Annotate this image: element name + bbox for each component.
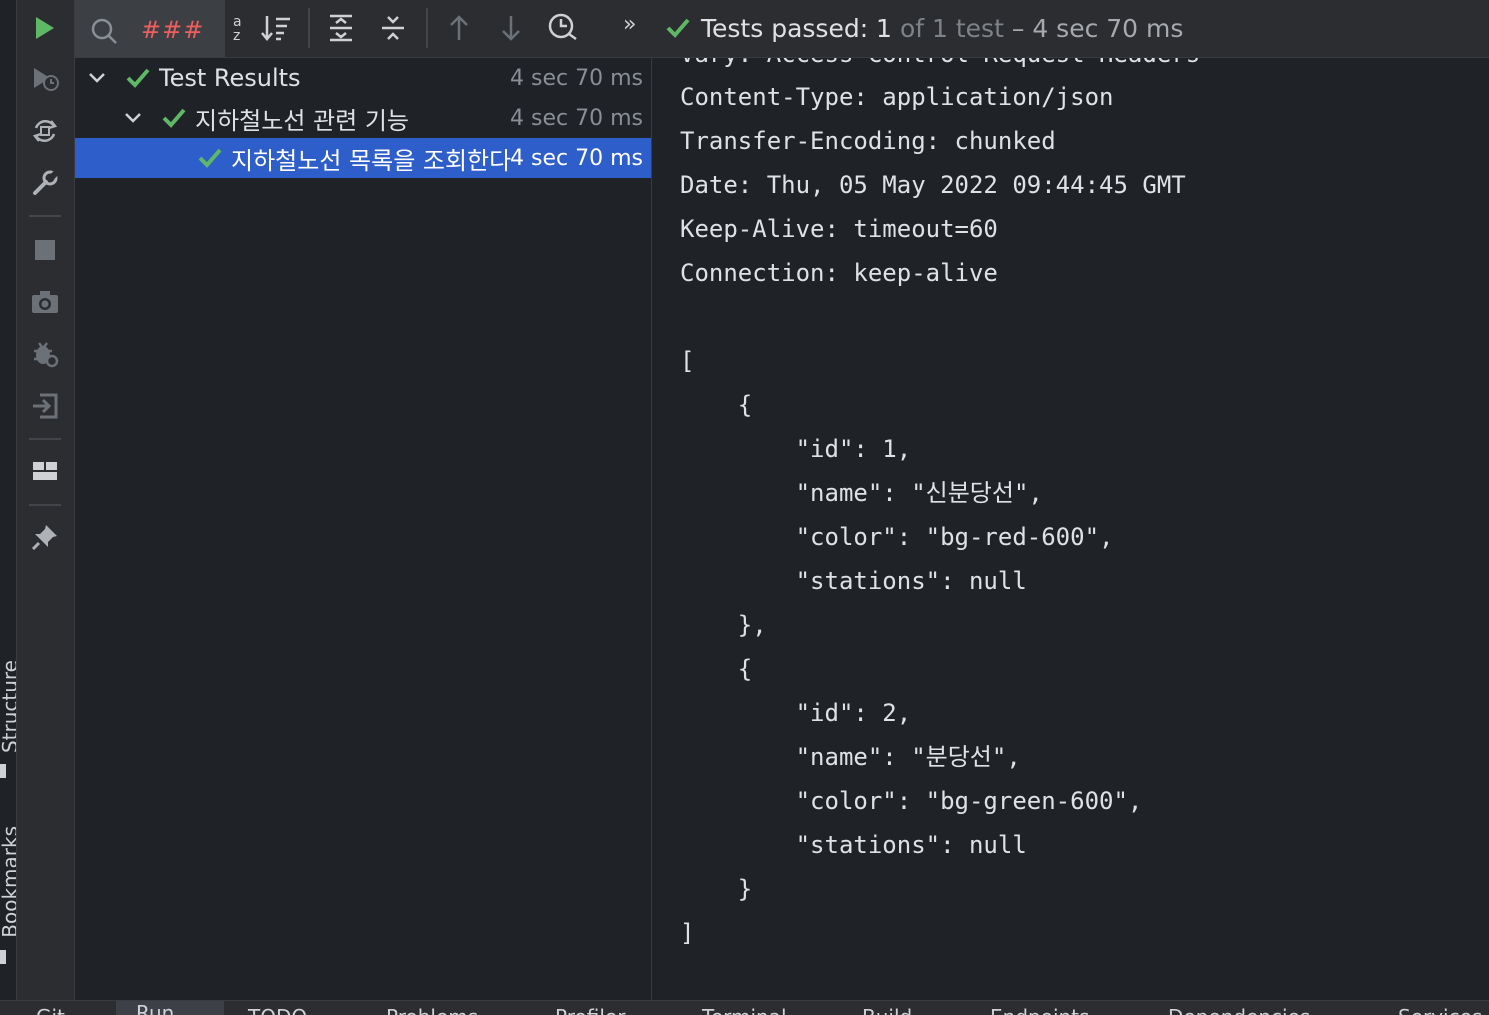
tree-row-duration: 4 sec 70 ms <box>510 65 643 91</box>
expand-all-icon <box>330 14 352 42</box>
console-line: Transfer-Encoding: chunked <box>680 127 1056 155</box>
rerun-failed-button[interactable] <box>28 62 62 96</box>
console-line: "name": "분당선", <box>680 743 1021 771</box>
console-line: Vary: Access-Control-Request-Headers <box>680 58 1200 76</box>
collapse-all-icon <box>382 16 404 40</box>
console-output[interactable]: Vary: Access-Control-Request-Headers Con… <box>652 58 1489 1000</box>
layout-icon <box>33 462 57 480</box>
toolbar-separator <box>29 215 61 217</box>
test-status: Tests passed: 1 of 1 test – 4 sec 70 ms <box>665 10 1183 46</box>
dump-threads-button[interactable] <box>28 285 62 319</box>
stop-button[interactable] <box>28 233 62 267</box>
tree-row-duration: 4 sec 70 ms <box>510 145 643 171</box>
tree-row-label: 지하철노선 목록을 조회한다 <box>231 146 511 175</box>
console-line: [ <box>680 347 695 375</box>
tool-window-stripe: Structure Bookmarks <box>0 0 17 1000</box>
sort-alpha-icon: az <box>233 14 242 43</box>
test-runner-toolbar: az » Tests passed: 1 of 1 test – 4 sec 7… <box>75 0 1489 58</box>
sort-duration-icon <box>261 16 290 41</box>
sort-alphabetically-button[interactable]: az <box>225 10 261 46</box>
toolbar-separator <box>29 504 61 506</box>
camera-icon <box>32 291 58 313</box>
bookmarks-icon <box>0 950 6 964</box>
structure-icon <box>0 764 6 778</box>
console-line: "color": "bg-green-600", <box>680 787 1143 815</box>
chevron-down-icon[interactable] <box>121 106 145 130</box>
bottom-tab-run[interactable]: Run <box>116 1001 224 1015</box>
sort-by-duration-button[interactable] <box>258 10 294 46</box>
previous-failed-test-button[interactable] <box>441 10 477 46</box>
console-line: "id": 2, <box>680 699 912 727</box>
console-line: Keep-Alive: timeout=60 <box>680 215 998 243</box>
svg-text:z: z <box>233 28 240 43</box>
bottom-tool-window-bar: Git Run TODO Problems Profiler Terminal … <box>0 1000 1489 1015</box>
status-passed-text: Tests passed: 1 <box>701 13 892 43</box>
console-line: } <box>680 875 753 903</box>
layout-button[interactable] <box>28 454 62 488</box>
arrow-down-icon <box>502 16 520 41</box>
stop-icon <box>35 240 55 260</box>
test-results-tree: Test Results 4 sec 70 ms 지하철노선 관련 기능 4 s… <box>75 58 652 1000</box>
rerun-button[interactable] <box>28 11 62 45</box>
rerun-failed-icon <box>34 68 59 91</box>
check-icon <box>666 18 690 38</box>
search-field[interactable] <box>75 0 225 57</box>
status-duration-text: – 4 sec 70 ms <box>1011 13 1184 43</box>
console-line: "stations": null <box>680 831 1027 859</box>
tree-row-label: 지하철노선 관련 기능 <box>195 106 409 135</box>
collapse-all-button[interactable] <box>375 10 411 46</box>
toggle-auto-test-icon <box>32 119 58 143</box>
toggle-auto-test-button[interactable] <box>28 114 62 148</box>
toolbar-separator <box>29 438 61 440</box>
structure-tool-window-tab[interactable]: Structure <box>0 660 16 753</box>
tree-row-label: Test Results <box>159 64 301 92</box>
tree-row-test-results[interactable]: Test Results 4 sec 70 ms <box>75 58 651 98</box>
bookmarks-tool-window-tab[interactable]: Bookmarks <box>0 826 16 938</box>
pin-tab-button[interactable] <box>28 520 62 554</box>
console-line: ] <box>680 919 695 947</box>
status-total-text: of 1 test <box>899 13 1004 43</box>
arrow-up-icon <box>450 15 468 40</box>
test-history-button[interactable] <box>545 10 581 46</box>
clock-history-icon <box>548 13 577 41</box>
exit-icon <box>33 393 58 419</box>
import-tests-button[interactable] <box>28 389 62 423</box>
console-line: Connection: keep-alive <box>680 259 998 287</box>
console-line: "stations": null <box>680 567 1027 595</box>
toolbar-separator <box>308 8 310 48</box>
check-icon <box>161 105 187 131</box>
run-icon <box>36 17 54 39</box>
check-icon <box>125 65 151 91</box>
check-icon <box>197 145 223 171</box>
pin-icon <box>31 525 57 551</box>
console-line: }, <box>680 611 767 639</box>
console-line: { <box>680 655 753 683</box>
console-line: { <box>680 391 753 419</box>
expand-all-button[interactable] <box>323 10 359 46</box>
chevron-down-icon[interactable] <box>85 66 109 90</box>
console-line: "id": 1, <box>680 435 912 463</box>
console-line: Content-Type: application/json <box>680 83 1114 111</box>
console-line: "color": "bg-red-600", <box>680 523 1114 551</box>
tree-row-duration: 4 sec 70 ms <box>510 105 643 131</box>
console-line: Date: Thu, 05 May 2022 09:44:45 GMT <box>680 171 1186 199</box>
run-vertical-toolbar <box>17 0 75 1000</box>
next-failed-test-button[interactable] <box>493 10 529 46</box>
tree-row-test-case[interactable]: 지하철노선 목록을 조회한다 4 sec 70 ms <box>75 138 651 178</box>
search-icon <box>91 18 117 44</box>
tree-row-suite[interactable]: 지하철노선 관련 기능 4 sec 70 ms <box>75 98 651 138</box>
search-input[interactable] <box>139 12 223 48</box>
console-line: "name": "신분당선", <box>680 479 1043 507</box>
debug-settings-icon <box>34 342 59 368</box>
more-actions-chevron-icon[interactable]: » <box>623 12 636 37</box>
debug-settings-button[interactable] <box>28 337 62 371</box>
toolbar-separator <box>426 8 428 48</box>
wrench-icon <box>33 170 59 195</box>
settings-button[interactable] <box>28 166 62 200</box>
